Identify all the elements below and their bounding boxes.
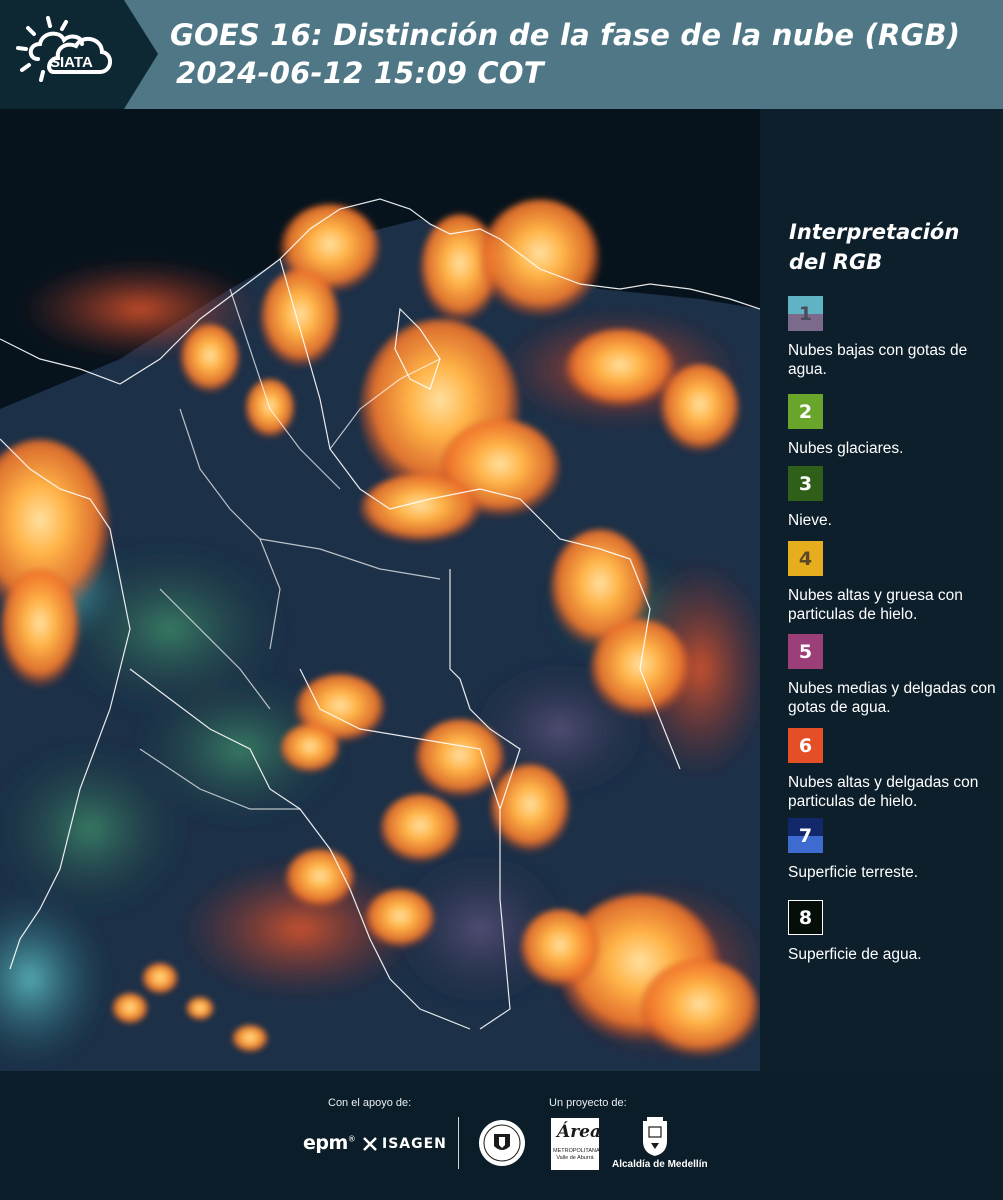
area-logo-script: Área: [557, 1122, 601, 1142]
legend-swatch: 3: [788, 466, 823, 501]
isagen-icon: [363, 1137, 377, 1151]
legend-item: 4 Nubes altas y gruesa con particulas de …: [788, 541, 1000, 624]
legend-swatch: 1: [788, 296, 823, 331]
legend-item: 5 Nubes medias y delgadas con gotas de ag…: [788, 634, 1000, 717]
legend-number: 2: [798, 400, 813, 423]
alcaldia-label: Alcaldía de Medellín: [612, 1159, 708, 1170]
epm-logo[interactable]: epm®: [303, 1132, 356, 1154]
legend-item: 3 Nieve.: [788, 466, 1000, 530]
legend-label: Nubes medias y delgadas con gotas de agu…: [788, 680, 996, 716]
satellite-rgb-image: [0, 109, 760, 1071]
legend-item: 7 Superficie terreste.: [788, 818, 1000, 882]
legend-swatch: 6: [788, 728, 823, 763]
legend-swatch: 5: [788, 634, 823, 669]
footer: Con el apoyo de: epm® ISAGEN Un proyecto…: [0, 1071, 1003, 1200]
legend-swatch: 7: [788, 818, 823, 853]
legend-label: Superficie terreste.: [788, 864, 919, 881]
legend-number: 3: [798, 472, 813, 495]
legend-item: 2 Nubes glaciares.: [788, 394, 1000, 458]
legend-number: 6: [798, 734, 813, 757]
legend-item: 6 Nubes altas y delgadas con particulas d…: [788, 728, 1000, 811]
legend-label: Nubes bajas con gotas de agua.: [788, 342, 968, 378]
area-metropolitana-logo[interactable]: Área METROPOLITANA Valle de Aburrá: [551, 1118, 601, 1170]
legend-swatch: 8: [788, 900, 823, 935]
legend-label: Nieve.: [788, 512, 832, 529]
legend-number: 7: [798, 824, 813, 847]
satellite-map[interactable]: [0, 109, 760, 1071]
footer-divider: [458, 1117, 459, 1169]
legend-label: Nubes altas y delgadas con particulas de…: [788, 774, 979, 810]
area-logo-subtitle: METROPOLITANA Valle de Aburrá: [553, 1148, 600, 1161]
legend-number: 1: [798, 302, 813, 325]
alcaldia-shield-icon[interactable]: [641, 1117, 669, 1157]
support-label: Con el apoyo de:: [328, 1097, 412, 1109]
legend-number: 4: [798, 547, 813, 570]
legend-number: 8: [798, 906, 813, 929]
isagen-logo[interactable]: ISAGEN: [362, 1133, 447, 1155]
legend-number: 5: [798, 640, 813, 663]
legend-item: 1 Nubes bajas con gotas de agua.: [788, 296, 1000, 379]
project-label: Un proyecto de:: [549, 1097, 627, 1109]
legend-swatch: 2: [788, 394, 823, 429]
legend-swatch: 4: [788, 541, 823, 576]
legend-label: Superficie de agua.: [788, 946, 922, 963]
legend-title: Interpretación del RGB: [789, 220, 960, 274]
header-banner: SIATA GOES 16: Distinción de la fase de …: [0, 0, 1003, 109]
university-seal-icon[interactable]: [477, 1118, 527, 1168]
sun-cloud-logo-icon: SIATA: [16, 16, 112, 82]
timestamp: 2024-06-12 15:09 COT: [176, 56, 544, 90]
legend-item: 8 Superficie de agua.: [788, 900, 1000, 964]
page-title: GOES 16: Distinción de la fase de la nub…: [170, 18, 961, 52]
legend-panel: Interpretación del RGB 1 Nubes bajas con …: [760, 109, 1003, 1071]
siata-logo[interactable]: SIATA: [0, 0, 158, 109]
epm-logo-text: epm: [303, 1132, 348, 1154]
legend-label: Nubes glaciares.: [788, 440, 904, 457]
isagen-logo-text: ISAGEN: [382, 1136, 447, 1152]
logo-text: SIATA: [50, 54, 93, 71]
legend-label: Nubes altas y gruesa con particulas de h…: [788, 587, 963, 623]
